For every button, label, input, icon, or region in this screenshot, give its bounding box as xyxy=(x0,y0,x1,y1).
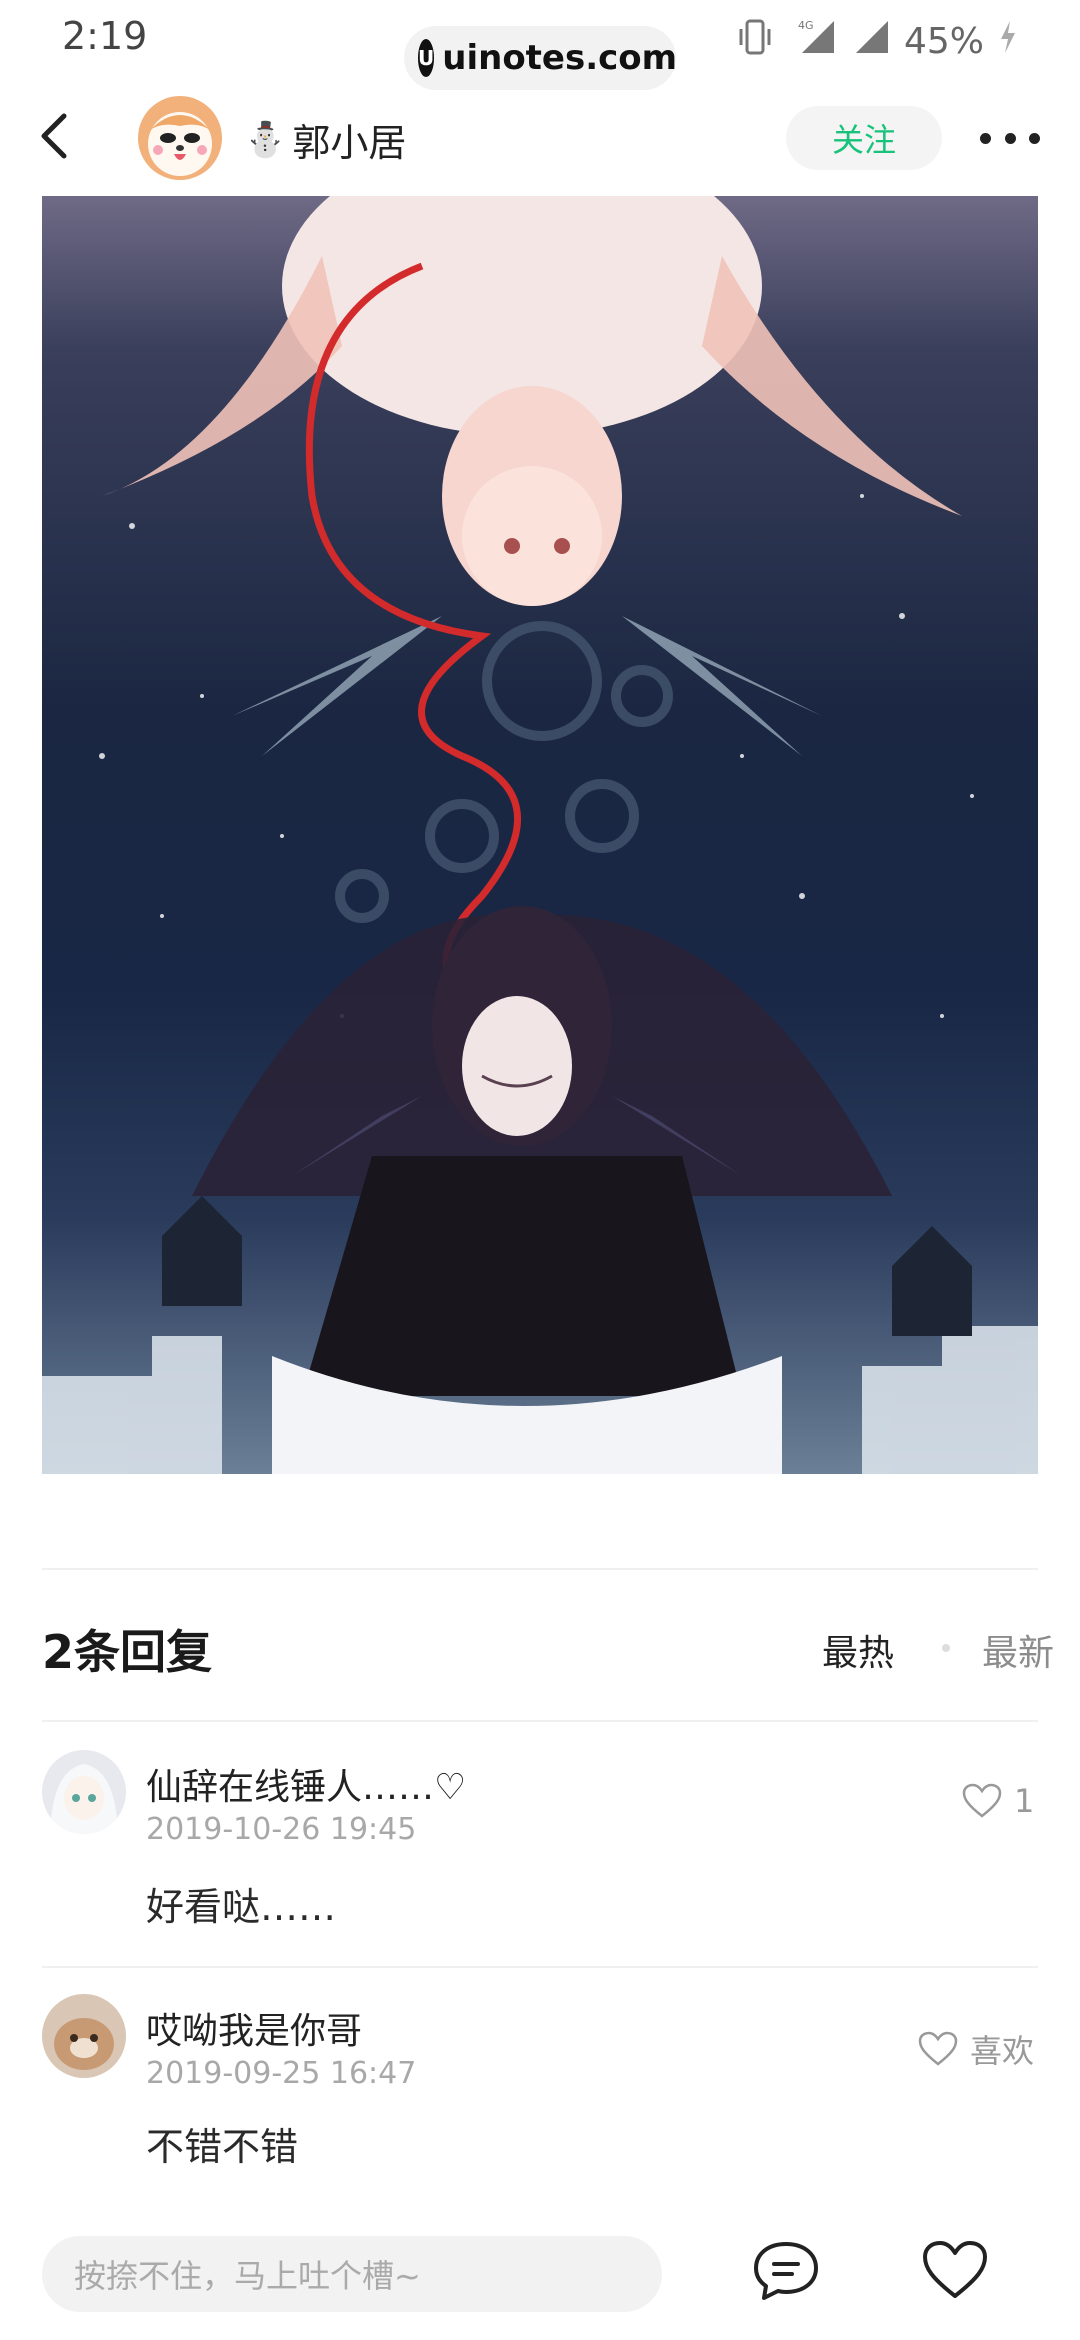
battery-percent: 45% xyxy=(904,20,985,62)
charging-icon xyxy=(998,17,1018,66)
divider xyxy=(42,1568,1038,1570)
comment-bubble-icon xyxy=(754,2242,818,2300)
heart-icon xyxy=(918,2031,958,2066)
comment-like-button[interactable]: 1 xyxy=(962,1782,1034,1820)
signal-4g-icon: 4G xyxy=(786,17,836,66)
divider xyxy=(42,1720,1038,1722)
author-name-text: 郭小居 xyxy=(292,121,407,165)
back-button[interactable] xyxy=(34,110,74,162)
heart-icon xyxy=(962,1783,1002,1818)
commenter-avatar[interactable] xyxy=(42,1994,126,2078)
comment-time: 2019-10-26 19:45 xyxy=(146,1812,417,1847)
vibrate-icon xyxy=(738,17,772,66)
comment-text: 不错不错 xyxy=(146,2125,299,2169)
comment-item: 仙辞在线锤人……♡ 2019-10-26 19:45 好看哒…… 1 xyxy=(0,1750,1080,1970)
follow-button[interactable]: 关注 xyxy=(786,106,942,170)
commenter-name[interactable]: 哎呦我是你哥 xyxy=(146,2002,362,2054)
comment-time: 2019-09-25 16:47 xyxy=(146,2056,417,2091)
watermark-badge: U uinotes.com xyxy=(404,26,678,90)
network-label: 4G xyxy=(798,19,814,32)
comment-button[interactable] xyxy=(752,2240,820,2304)
like-label: 喜欢 xyxy=(970,2032,1035,2070)
like-count: 1 xyxy=(1014,1782,1035,1820)
comment-text: 好看哒…… xyxy=(146,1885,337,1929)
uinotes-logo-icon: U xyxy=(418,39,435,77)
author-name[interactable]: ⛄ 郭小居 xyxy=(244,112,406,167)
sort-hot-tab[interactable]: 最热 xyxy=(822,1624,894,1676)
status-icons: 4G 45% xyxy=(738,16,1018,66)
chevron-left-icon xyxy=(41,113,67,159)
comment-input[interactable]: 按捺不住，马上吐个槽~ xyxy=(42,2236,662,2312)
commenter-name[interactable]: 仙辞在线锤人……♡ xyxy=(146,1758,466,1810)
sort-separator xyxy=(942,1644,950,1652)
watermark-text: uinotes.com xyxy=(442,38,678,78)
divider xyxy=(42,1966,1038,1968)
more-options-icon[interactable] xyxy=(980,118,1040,158)
author-avatar[interactable] xyxy=(138,96,222,180)
commenter-avatar[interactable] xyxy=(42,1750,126,1834)
heart-icon xyxy=(923,2241,987,2298)
post-image[interactable] xyxy=(42,196,1038,1474)
sort-new-tab[interactable]: 最新 xyxy=(982,1624,1054,1676)
replies-count-title: 2条回复 xyxy=(42,1625,213,1679)
status-time: 2:19 xyxy=(62,14,148,58)
signal-icon xyxy=(850,17,890,66)
comment-item: 哎呦我是你哥 2019-09-25 16:47 不错不错 喜欢 xyxy=(0,1994,1080,2194)
snowman-icon: ⛄ xyxy=(244,119,287,160)
like-post-button[interactable] xyxy=(922,2240,988,2300)
comment-like-button[interactable]: 喜欢 xyxy=(918,2026,1034,2072)
